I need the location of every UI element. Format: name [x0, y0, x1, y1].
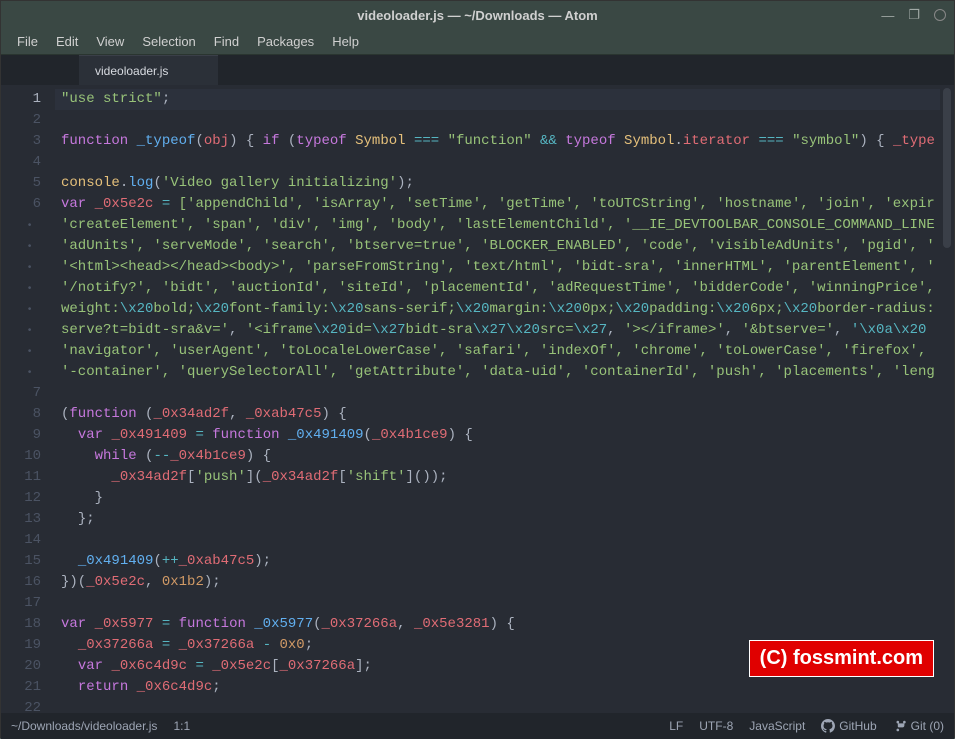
line-number[interactable]: 5	[1, 173, 55, 194]
line-number[interactable]: 1	[1, 89, 55, 110]
line-number[interactable]: 6	[1, 194, 55, 215]
minimize-button[interactable]: —	[881, 8, 894, 23]
watermark: (C) fossmint.com	[749, 640, 934, 677]
tab-active[interactable]: videoloader.js	[79, 55, 218, 85]
menu-packages[interactable]: Packages	[249, 31, 322, 52]
code-line: 'createElement', 'span', 'div', 'img', '…	[55, 215, 954, 236]
menu-selection[interactable]: Selection	[134, 31, 203, 52]
code-line: var _0x5e2c = ['appendChild', 'isArray',…	[55, 194, 954, 215]
status-language[interactable]: JavaScript	[749, 719, 805, 733]
github-icon	[821, 719, 835, 733]
titlebar: videoloader.js — ~/Downloads — Atom — ❐	[1, 1, 954, 29]
line-number[interactable]: 18	[1, 614, 55, 635]
status-github[interactable]: GitHub	[821, 719, 876, 733]
tabbar: videoloader.js	[1, 55, 954, 85]
line-number[interactable]: 13	[1, 509, 55, 530]
line-number-folded[interactable]	[1, 320, 55, 341]
code-line: _0x491409(++_0xab47c5);	[55, 551, 954, 572]
code-line: '/notify?', 'bidt', 'auctionId', 'siteId…	[55, 278, 954, 299]
code-line: 'navigator', 'userAgent', 'toLocaleLower…	[55, 341, 954, 362]
menu-view[interactable]: View	[88, 31, 132, 52]
line-number[interactable]: 7	[1, 383, 55, 404]
menu-file[interactable]: File	[9, 31, 46, 52]
line-number[interactable]: 12	[1, 488, 55, 509]
line-number-folded[interactable]	[1, 257, 55, 278]
code-line	[55, 152, 954, 173]
line-number-folded[interactable]	[1, 341, 55, 362]
line-number-folded[interactable]	[1, 299, 55, 320]
menu-help[interactable]: Help	[324, 31, 367, 52]
code-line: _0x34ad2f['push'](_0x34ad2f['shift']());	[55, 467, 954, 488]
code-line: }	[55, 488, 954, 509]
git-branch-icon	[893, 719, 907, 733]
line-number-folded[interactable]	[1, 362, 55, 383]
code-line: };	[55, 509, 954, 530]
tab-well	[1, 55, 79, 85]
gutter: 1 2 3 4 5 6 7 8 9 10 11 12 13 14 15 16 1	[1, 85, 55, 713]
tab-label: videoloader.js	[95, 64, 168, 78]
status-line-ending[interactable]: LF	[669, 719, 683, 733]
code-line: var _0x491409 = function _0x491409(_0x4b…	[55, 425, 954, 446]
code-line	[55, 110, 954, 131]
code-line: while (--_0x4b1ce9) {	[55, 446, 954, 467]
vertical-scrollbar[interactable]	[940, 85, 954, 713]
code-line	[55, 698, 954, 713]
close-button[interactable]	[934, 9, 946, 21]
line-number[interactable]: 15	[1, 551, 55, 572]
code-line: '-container', 'querySelectorAll', 'getAt…	[55, 362, 954, 383]
line-number[interactable]: 11	[1, 467, 55, 488]
app-window: videoloader.js — ~/Downloads — Atom — ❐ …	[1, 1, 954, 737]
code-line: })(_0x5e2c, 0x1b2);	[55, 572, 954, 593]
line-number-folded[interactable]	[1, 236, 55, 257]
code-line: function _typeof(obj) { if (typeof Symbo…	[55, 131, 954, 152]
line-number[interactable]: 16	[1, 572, 55, 593]
window-controls: — ❐	[881, 7, 946, 23]
line-number-folded[interactable]	[1, 278, 55, 299]
line-number[interactable]: 19	[1, 635, 55, 656]
code-line: weight:\x20bold;\x20font-family:\x20sans…	[55, 299, 954, 320]
window-title: videoloader.js — ~/Downloads — Atom	[357, 8, 597, 23]
code-line: var _0x5977 = function _0x5977(_0x37266a…	[55, 614, 954, 635]
code-line	[55, 593, 954, 614]
code-line	[55, 383, 954, 404]
code-line: console.log('Video gallery initializing'…	[55, 173, 954, 194]
status-filepath[interactable]: ~/Downloads/videoloader.js	[11, 719, 157, 733]
line-number[interactable]: 9	[1, 425, 55, 446]
menu-find[interactable]: Find	[206, 31, 247, 52]
code-line: (function (_0x34ad2f, _0xab47c5) {	[55, 404, 954, 425]
maximize-button[interactable]: ❐	[908, 7, 920, 23]
menu-edit[interactable]: Edit	[48, 31, 86, 52]
line-number[interactable]: 3	[1, 131, 55, 152]
code-line	[55, 530, 954, 551]
line-number[interactable]: 10	[1, 446, 55, 467]
status-cursor-position[interactable]: 1:1	[173, 719, 190, 733]
line-number[interactable]: 14	[1, 530, 55, 551]
code-line: '<html><head></head><body>', 'parseFromS…	[55, 257, 954, 278]
code-line: 'adUnits', 'serveMode', 'search', 'btser…	[55, 236, 954, 257]
menubar: File Edit View Selection Find Packages H…	[1, 29, 954, 55]
status-encoding[interactable]: UTF-8	[699, 719, 733, 733]
status-git[interactable]: Git (0)	[893, 719, 944, 733]
code-editor[interactable]: "use strict"; function _typeof(obj) { if…	[55, 85, 954, 713]
line-number[interactable]: 4	[1, 152, 55, 173]
editor-area: 1 2 3 4 5 6 7 8 9 10 11 12 13 14 15 16 1	[1, 85, 954, 713]
line-number[interactable]: 17	[1, 593, 55, 614]
code-line: serve?t=bidt-sra&v=', '<iframe\x20id=\x2…	[55, 320, 954, 341]
line-number[interactable]: 20	[1, 656, 55, 677]
code-line: return _0x6c4d9c;	[55, 677, 954, 698]
line-number[interactable]: 22	[1, 698, 55, 719]
line-number[interactable]: 8	[1, 404, 55, 425]
code-line: "use strict";	[55, 89, 954, 110]
line-number[interactable]: 21	[1, 677, 55, 698]
line-number[interactable]: 2	[1, 110, 55, 131]
line-number-folded[interactable]	[1, 215, 55, 236]
statusbar: ~/Downloads/videoloader.js 1:1 LF UTF-8 …	[1, 713, 954, 739]
